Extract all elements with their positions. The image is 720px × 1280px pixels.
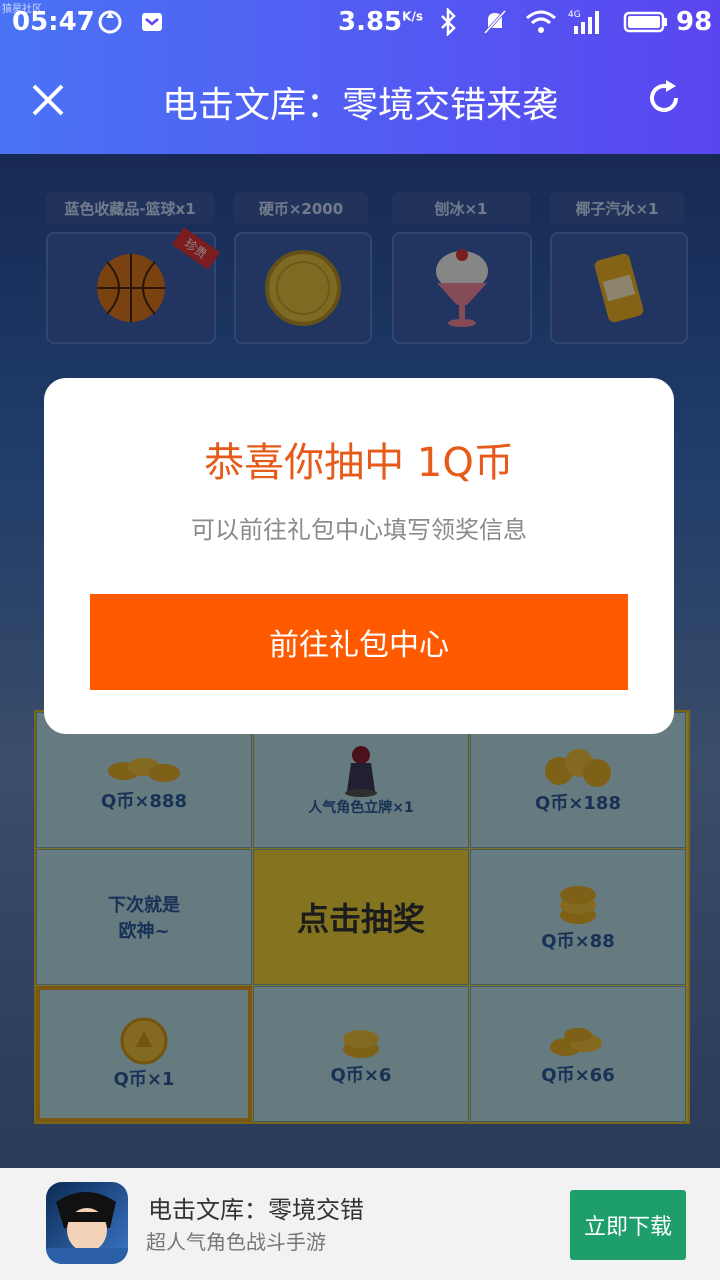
app-icon[interactable] <box>46 1182 128 1264</box>
status-bar: 猿星社区 05:47 3.85K/s 4G 98 <box>0 0 720 46</box>
prize-dialog: 恭喜你抽中 1Q币 可以前往礼包中心填写领奖信息 前往礼包中心 <box>44 378 674 734</box>
app-description: 超人气角色战斗手游 <box>146 1230 326 1254</box>
title-bar: 电击文库：零境交错来袭 <box>0 46 720 154</box>
bluetooth-icon <box>436 8 460 36</box>
app-download-banner: 电击文库：零境交错 超人气角色战斗手游 立即下载 <box>0 1168 720 1280</box>
battery-icon <box>622 8 670 36</box>
battery-level: 98 <box>676 7 713 37</box>
cellular-signal-icon: 4G <box>566 8 606 36</box>
dialog-title: 恭喜你抽中 1Q币 <box>204 440 514 486</box>
network-speed-unit: K/s <box>402 9 423 24</box>
sync-icon <box>96 8 124 36</box>
refresh-icon[interactable] <box>642 76 686 120</box>
network-speed-value: 3.85 <box>338 7 403 37</box>
wifi-icon <box>524 8 558 36</box>
page-title: 电击文库：零境交错来袭 <box>161 85 558 126</box>
network-label: 4G <box>568 10 581 20</box>
notifications-muted-icon <box>480 8 510 36</box>
network-speed: 3.85K/s <box>338 7 423 37</box>
download-button[interactable]: 立即下载 <box>570 1190 686 1260</box>
mail-notification-icon <box>138 8 166 36</box>
clock: 05:47 <box>12 7 95 37</box>
app-name: 电击文库：零境交错 <box>148 1196 364 1224</box>
dialog-subtitle: 可以前往礼包中心填写领奖信息 <box>191 516 527 544</box>
go-to-gift-center-button[interactable]: 前往礼包中心 <box>90 594 628 690</box>
